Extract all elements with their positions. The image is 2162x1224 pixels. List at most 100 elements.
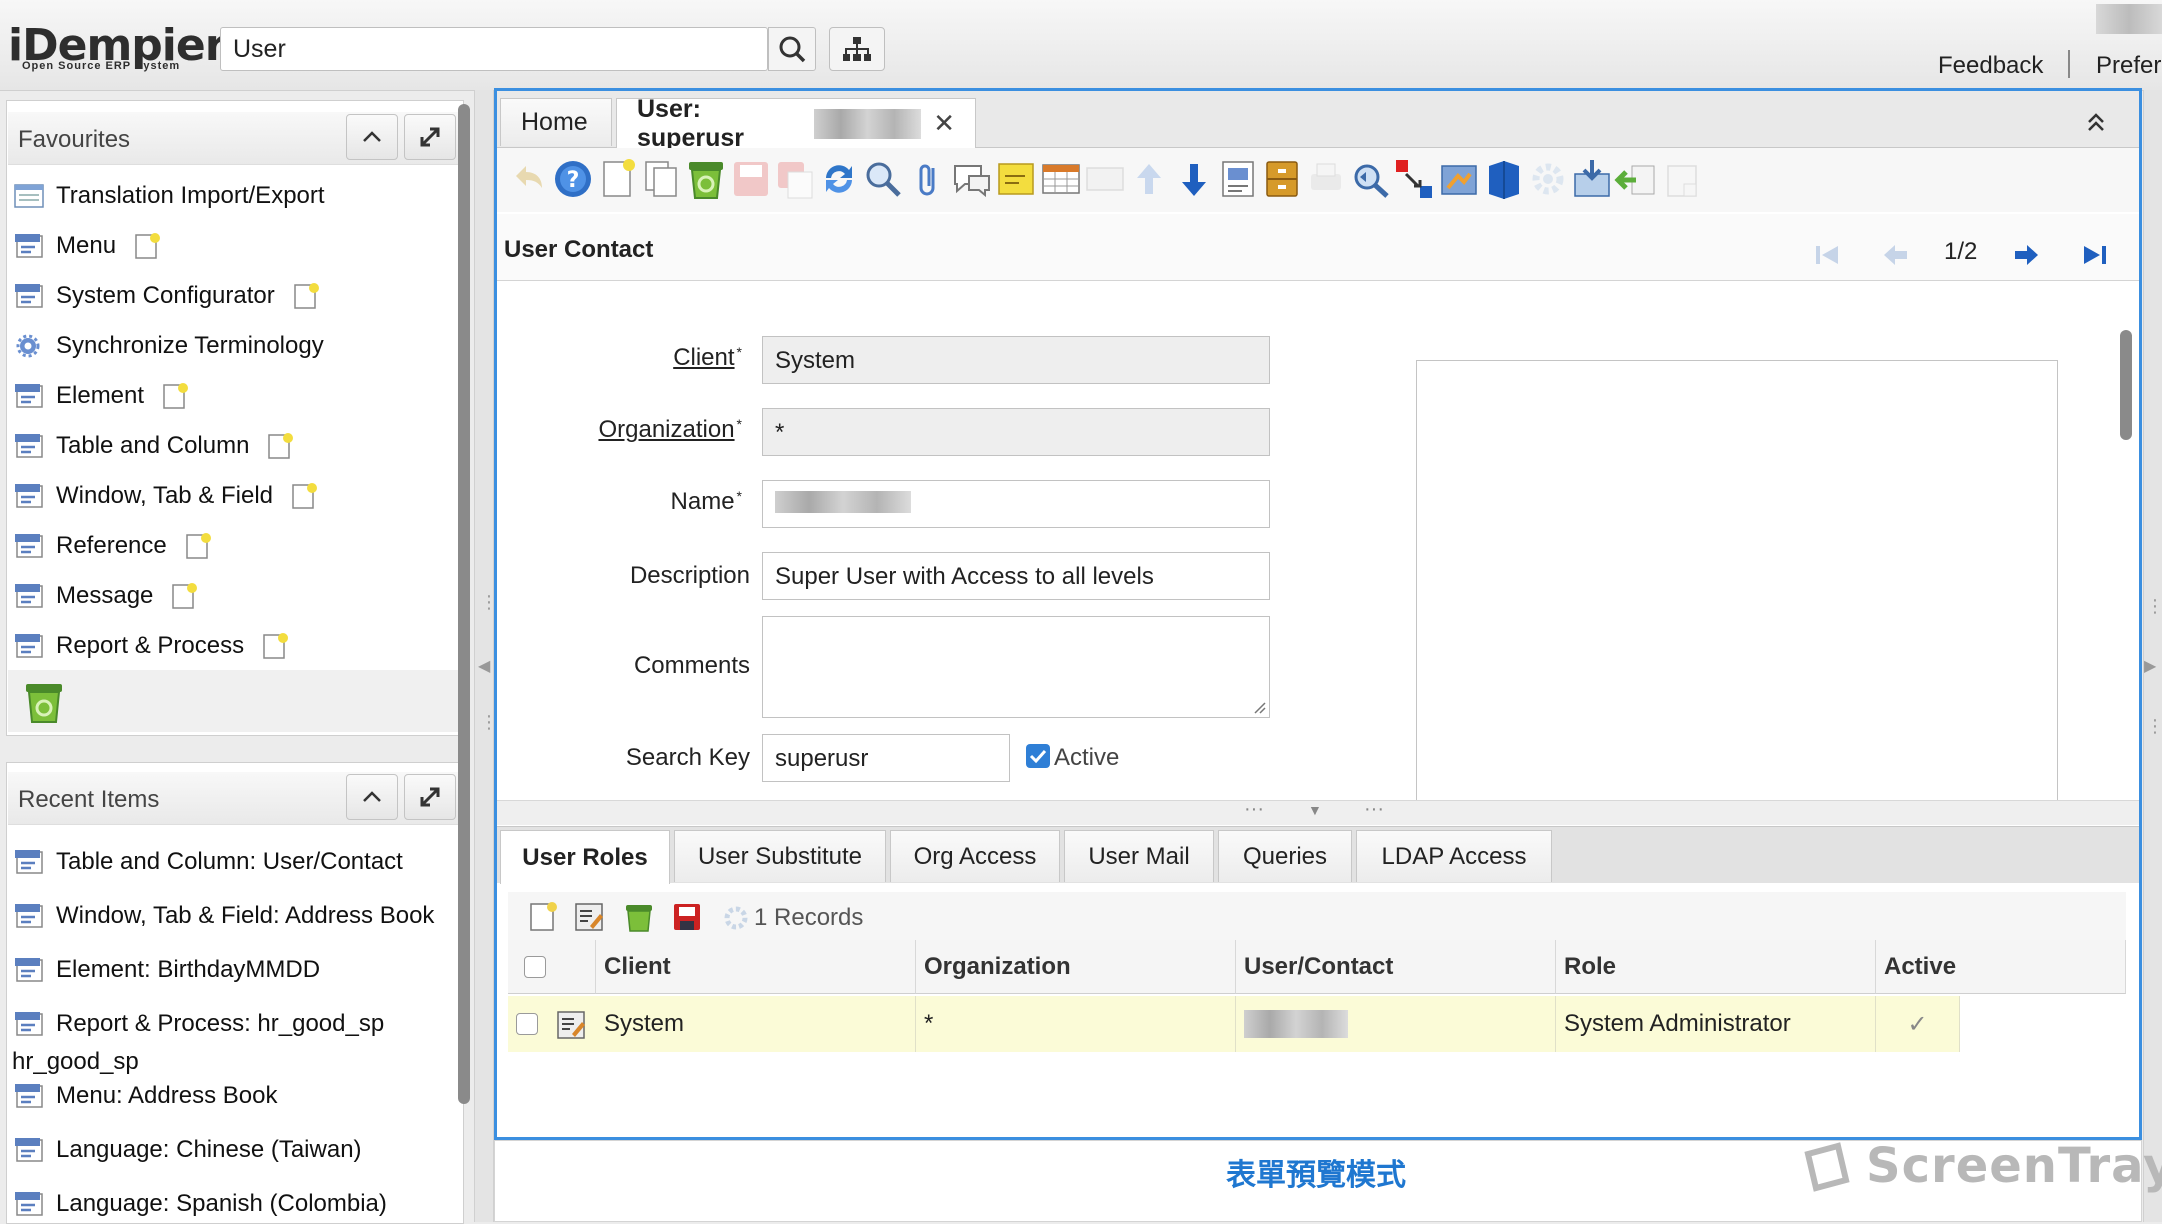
favourite-item[interactable]: Reference [14,526,211,566]
workflow-icon[interactable] [1392,156,1438,202]
zoom-across-icon[interactable] [1348,156,1394,202]
favourite-item[interactable]: Report & Process [14,626,289,666]
collapse-header-button[interactable] [2084,104,2108,145]
detail-save-button[interactable] [670,900,704,939]
note-icon[interactable] [134,232,161,260]
export-icon[interactable] [1569,156,1615,202]
undo-icon[interactable] [506,156,552,202]
left-panel-scrollbar[interactable] [458,104,470,1104]
detail-delete-button[interactable] [622,900,656,939]
previous-record-button[interactable] [1880,240,1910,270]
tab-user-substitute[interactable]: User Substitute [674,830,886,882]
report-icon[interactable] [1215,156,1261,202]
favourites-expand-button[interactable] [404,114,456,160]
tab-home[interactable]: Home [500,98,612,146]
recent-item[interactable]: Element: BirthdayMMDD [14,950,320,990]
favourite-item[interactable]: System Configurator [14,276,319,316]
favourite-item[interactable]: Menu [14,226,161,266]
recent-item[interactable]: Language: Chinese (Taiwan) [14,1130,362,1170]
note-icon[interactable] [267,432,294,460]
chat-icon[interactable] [949,156,995,202]
description-field[interactable]: Super User with Access to all levels [762,552,1270,600]
new-record-icon[interactable] [595,156,641,202]
last-record-button[interactable] [2080,240,2110,270]
recent-item[interactable]: Report & Process: hr_good_sp [14,1004,384,1044]
detail-record-icon[interactable] [1171,156,1217,202]
process-icon[interactable] [1525,156,1571,202]
next-record-button[interactable] [2012,240,2042,270]
feedback-link[interactable]: Feedback [1938,52,2043,80]
find-icon[interactable] [860,156,906,202]
global-search-input[interactable]: User [220,27,768,71]
favourite-item[interactable]: Element [14,376,189,416]
detail-new-button[interactable] [526,900,560,939]
column-header-organization[interactable]: Organization [916,940,1236,994]
organization-field[interactable]: * [762,408,1270,456]
request-icon[interactable] [1436,156,1482,202]
detail-edit-button[interactable] [572,900,606,939]
note-icon[interactable] [171,582,198,610]
delete-icon[interactable] [683,156,729,202]
grid-toggle-icon[interactable] [1038,156,1084,202]
column-header-user-contact[interactable]: User/Contact [1236,940,1556,994]
tab-ldap-access[interactable]: LDAP Access [1356,830,1552,882]
note-icon[interactable] [291,482,317,510]
form-scrollbar[interactable] [2120,330,2132,440]
comments-textarea[interactable] [762,616,1270,718]
recent-item[interactable]: Table and Column: User/Contact [14,842,403,882]
active-checkbox[interactable] [1026,744,1050,768]
search-button[interactable] [768,27,816,71]
favourites-delete-button[interactable] [20,678,68,731]
tab-org-access[interactable]: Org Access [890,830,1060,882]
refresh-icon[interactable] [816,156,862,202]
recent-item[interactable]: Window, Tab & Field: Address Book [14,896,434,936]
customize-icon[interactable] [1658,156,1704,202]
product-info-icon[interactable] [1481,156,1527,202]
recent-collapse-button[interactable] [346,774,398,820]
help-icon[interactable]: ? [550,156,596,202]
collapse-right-icon[interactable]: ▶ [2144,656,2156,676]
resize-handle-icon[interactable] [1250,698,1266,714]
favourite-item[interactable]: Table and Column [14,426,294,466]
row-select-checkbox[interactable] [516,1013,538,1035]
attachment-icon[interactable] [905,156,951,202]
tab-queries[interactable]: Queries [1218,830,1352,882]
note-icon[interactable] [293,282,319,310]
image-panel[interactable] [1416,360,2058,802]
preferences-link[interactable]: Prefer [2096,52,2161,80]
sitemap-button[interactable] [829,27,885,71]
tab-user-roles[interactable]: User Roles [500,830,670,884]
save-create-icon[interactable] [772,156,818,202]
column-header-role[interactable]: Role [1556,940,1876,994]
row-edit-button[interactable] [554,1008,588,1047]
postit-icon[interactable] [993,156,1039,202]
note-icon[interactable] [162,382,189,410]
column-header-active[interactable]: Active [1876,940,2126,994]
close-tab-icon[interactable]: ✕ [933,108,955,139]
multi-view-icon[interactable] [1082,156,1128,202]
select-all-checkbox[interactable] [524,955,546,978]
column-header-client[interactable]: Client [596,940,916,994]
recent-expand-button[interactable] [404,774,456,820]
collapse-left-icon[interactable]: ◀ [478,656,490,676]
archive-icon[interactable] [1259,156,1305,202]
favourite-item[interactable]: Window, Tab & Field [14,476,317,516]
print-icon[interactable] [1303,156,1349,202]
favourite-item[interactable]: Translation Import/Export [14,176,325,216]
parent-record-icon[interactable] [1126,156,1172,202]
copy-record-icon[interactable] [639,156,685,202]
favourite-item[interactable]: Synchronize Terminology [14,326,324,366]
recent-item[interactable]: Menu: Address Book [14,1076,277,1116]
search-key-field[interactable]: superusr [762,734,1010,782]
import-icon[interactable] [1614,156,1660,202]
splitter-toggle-icon[interactable]: ▼ [1308,802,1322,818]
recent-item[interactable]: Language: Spanish (Colombia) [14,1184,387,1224]
name-field[interactable] [762,480,1270,528]
favourites-collapse-button[interactable] [346,114,398,160]
note-icon[interactable] [185,532,211,560]
first-record-button[interactable] [1812,240,1842,270]
tab-user-mail[interactable]: User Mail [1064,830,1214,882]
favourite-item[interactable]: Message [14,576,198,616]
detail-settings-icon[interactable] [722,904,750,937]
tab-user-superusr[interactable]: User: superusr ✕ [616,95,976,152]
